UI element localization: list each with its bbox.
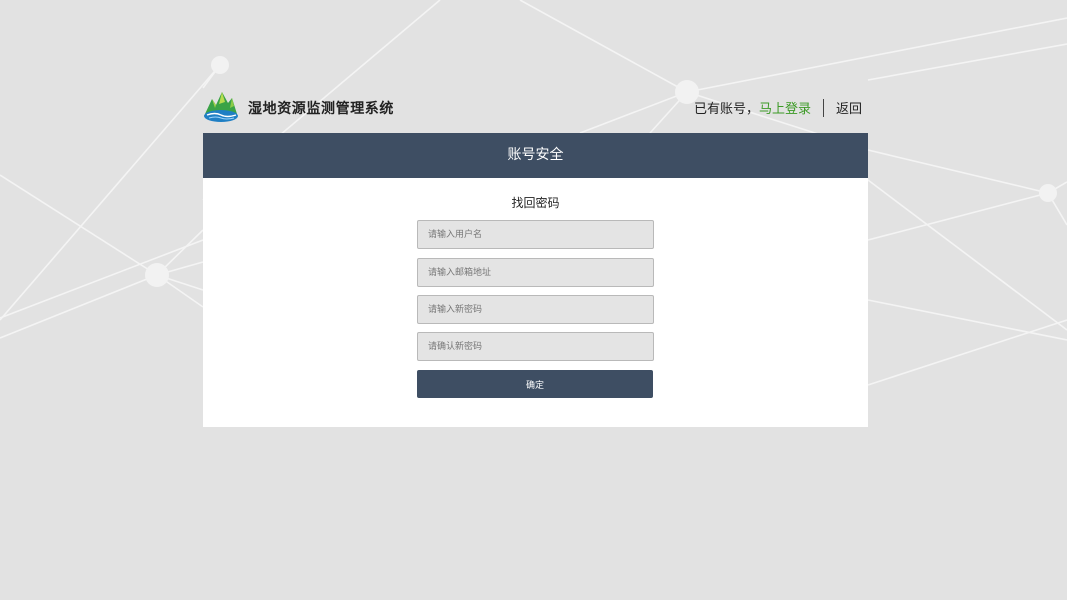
wetland-mountain-logo-icon [204, 92, 238, 122]
have-account-text: 已有账号， [693, 102, 759, 117]
page-header: 湿地资源监测管理系统 已有账号， 马上登录 返回 [203, 88, 868, 128]
confirm-button[interactable]: 确定 [417, 370, 653, 398]
confirm-password-input[interactable] [417, 332, 654, 361]
login-link[interactable]: 马上登录 [759, 98, 811, 117]
form-title: 找回密码 [511, 196, 560, 210]
email-input[interactable] [417, 258, 654, 287]
back-link[interactable]: 返回 [836, 98, 862, 117]
panel-title: 账号安全 [203, 133, 868, 178]
top-links: 已有账号， 马上登录 返回 [694, 98, 862, 117]
new-password-input[interactable] [417, 295, 654, 324]
username-input[interactable] [417, 220, 654, 249]
reset-password-form: 找回密码 确定 [203, 178, 868, 427]
link-divider [822, 98, 824, 117]
site-title: 湿地资源监测管理系统 [248, 101, 394, 117]
